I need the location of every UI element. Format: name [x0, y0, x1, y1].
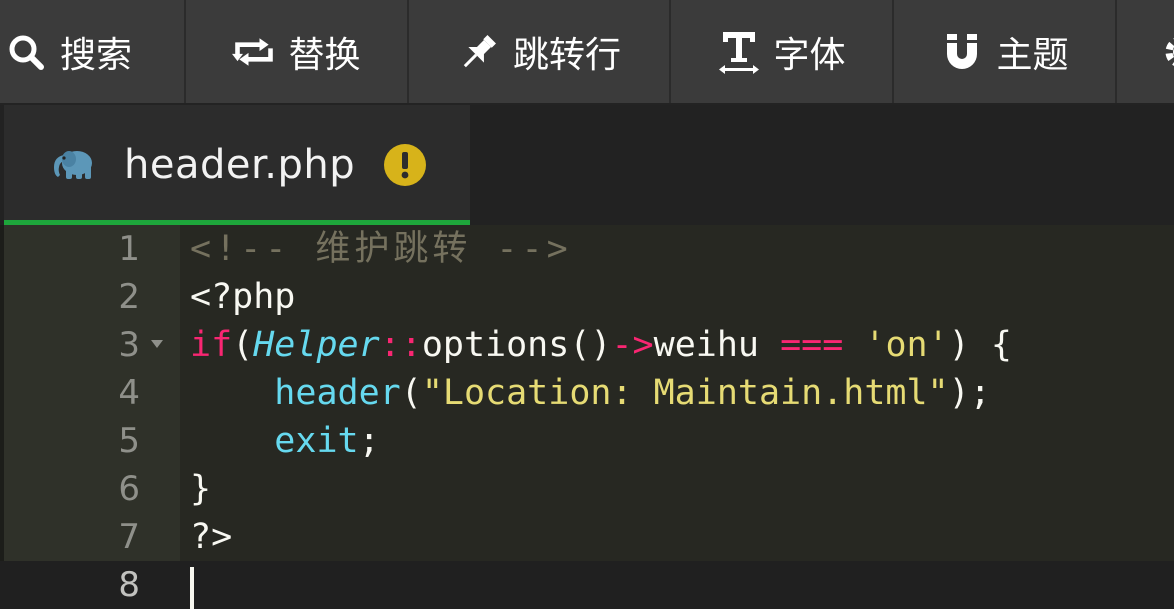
search-icon — [4, 30, 48, 74]
replace-label: 替换 — [288, 34, 361, 76]
search-label: 搜索 — [60, 34, 133, 76]
code-text: <!-- 维护跳转 --> — [190, 225, 572, 273]
replace-button[interactable]: 替换 — [186, 0, 409, 103]
line-number: 2 — [118, 277, 140, 317]
theme-button[interactable]: 主题 — [894, 0, 1117, 103]
code-line[interactable]: 5 exit; — [0, 417, 1174, 465]
code-token: ) { — [948, 325, 1012, 365]
code-token: options() — [421, 325, 612, 365]
code-token: <?php — [190, 277, 296, 317]
gear-icon — [1161, 30, 1174, 74]
code-line[interactable]: 1 <!-- 维护跳转 --> — [0, 225, 1174, 273]
line-number: 1 — [118, 229, 140, 269]
code-token: -> — [611, 325, 654, 365]
tab-bar: header.php — [0, 105, 1174, 225]
code-token: header — [274, 373, 401, 413]
pin-icon — [457, 30, 501, 74]
toolbar: 搜索 替换 跳转行 字体 主题 — [0, 0, 1174, 105]
replace-icon — [232, 30, 276, 74]
theme-label: 主题 — [996, 34, 1069, 76]
line-number: 7 — [118, 517, 140, 557]
code-text: ?> — [190, 513, 232, 561]
code-text: header("Location: Maintain.html"); — [190, 369, 991, 417]
code-text: if(Helper::options()->weihu === 'on') { — [190, 321, 1012, 369]
code-line[interactable]: 8 — [0, 561, 1174, 609]
code-text: exit; — [190, 417, 380, 465]
code-token: ); — [948, 373, 991, 413]
code-line[interactable]: 3 if(Helper::options()->weihu === 'on') { — [0, 321, 1174, 369]
line-number: 3 — [118, 325, 140, 365]
code-line[interactable]: 2 <?php — [0, 273, 1174, 321]
code-token: weihu — [653, 325, 781, 365]
settings-button[interactable] — [1117, 0, 1174, 103]
line-number: 5 — [118, 421, 140, 461]
code-editor[interactable]: 1 <!-- 维护跳转 --> 2 <?php 3 if(Helper::options(… — [0, 225, 1174, 609]
code-token: "Location: Maintain.html" — [421, 373, 949, 413]
magnet-icon — [940, 30, 984, 74]
line-number: 8 — [118, 565, 140, 605]
php-elephant-icon — [50, 145, 98, 185]
code-line[interactable]: 4 header("Location: Maintain.html"); — [0, 369, 1174, 417]
code-token: ?> — [190, 517, 233, 557]
code-token: ( — [400, 373, 422, 413]
search-button[interactable]: 搜索 — [0, 0, 186, 103]
code-token: if — [190, 325, 233, 365]
tab-header-php[interactable]: header.php — [4, 105, 470, 225]
tab-title: header.php — [124, 142, 356, 188]
code-token: } — [190, 469, 212, 509]
text-cursor — [190, 567, 194, 609]
font-label: 字体 — [773, 34, 846, 76]
goto-line-label: 跳转行 — [512, 34, 621, 76]
code-token: ( — [232, 325, 254, 365]
font-button[interactable]: 字体 — [671, 0, 894, 103]
code-text: <?php — [190, 273, 295, 321]
code-token: exit — [274, 421, 359, 461]
code-line[interactable]: 6} — [0, 465, 1174, 513]
code-token: <!-- 维护跳转 --> — [190, 229, 572, 269]
line-number: 4 — [118, 373, 140, 413]
line-number: 6 — [118, 469, 140, 509]
code-line[interactable]: 7 ?> — [0, 513, 1174, 561]
goto-line-button[interactable]: 跳转行 — [409, 0, 671, 103]
code-token: 'on' — [864, 325, 949, 365]
warning-icon[interactable] — [383, 143, 427, 187]
code-token: Helper — [253, 325, 380, 365]
code-text: } — [190, 465, 211, 513]
code-token: === — [780, 325, 844, 365]
code-token: ; — [358, 421, 380, 461]
fold-arrow-icon[interactable] — [151, 340, 163, 348]
code-token: :: — [379, 325, 422, 365]
text-icon — [717, 30, 761, 74]
